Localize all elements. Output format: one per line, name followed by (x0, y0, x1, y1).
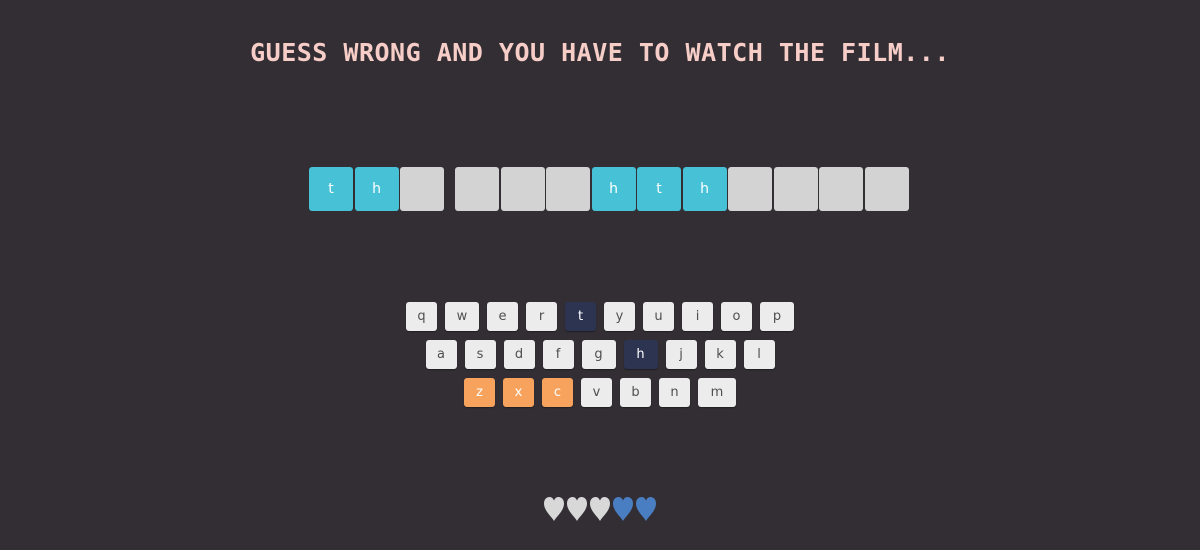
heart-icon (544, 497, 564, 521)
key-t[interactable]: t (565, 302, 596, 331)
key-o[interactable]: o (721, 302, 752, 331)
hidden-letter-tile (773, 167, 818, 211)
heart-icon (636, 497, 656, 521)
hidden-letter-tile (400, 167, 444, 211)
revealed-letter-tile: t (309, 167, 353, 211)
revealed-letter-tile: h (354, 167, 399, 211)
heart-icon (613, 497, 633, 521)
keyboard-row: qwertyuiop (0, 302, 1200, 331)
hidden-letter-tile (546, 167, 590, 211)
on-screen-keyboard: qwertyuiop asdfghjkl zxcvbnm (0, 302, 1200, 416)
key-d[interactable]: d (503, 340, 535, 369)
key-w[interactable]: w (445, 302, 479, 331)
hidden-letter-tile (455, 167, 499, 211)
keyboard-row: zxcvbnm (0, 378, 1200, 407)
key-h[interactable]: h (623, 340, 658, 369)
keyboard-row: asdfghjkl (0, 340, 1200, 369)
key-c[interactable]: c (542, 378, 573, 407)
key-v[interactable]: v (581, 378, 612, 407)
key-p[interactable]: p (760, 302, 794, 331)
key-g[interactable]: g (581, 340, 616, 369)
hidden-letter-tile (500, 167, 545, 211)
puzzle-word: th (309, 167, 444, 211)
revealed-letter-tile: t (637, 167, 681, 211)
key-k[interactable]: k (704, 340, 736, 369)
puzzle-word: hth (455, 167, 909, 211)
key-j[interactable]: j (665, 340, 697, 369)
key-u[interactable]: u (643, 302, 674, 331)
hidden-letter-tile (864, 167, 909, 211)
hidden-letter-tile (819, 167, 863, 211)
key-a[interactable]: a (425, 340, 457, 369)
key-n[interactable]: n (659, 378, 690, 407)
revealed-letter-tile: h (591, 167, 636, 211)
key-q[interactable]: q (406, 302, 437, 331)
heart-icon (590, 497, 610, 521)
hidden-letter-tile (728, 167, 772, 211)
revealed-letter-tile: h (682, 167, 727, 211)
key-y[interactable]: y (604, 302, 635, 331)
lives-indicator (0, 496, 1200, 522)
key-e[interactable]: e (487, 302, 518, 331)
key-z[interactable]: z (464, 378, 495, 407)
key-l[interactable]: l (743, 340, 775, 369)
key-x[interactable]: x (503, 378, 534, 407)
key-f[interactable]: f (542, 340, 574, 369)
key-i[interactable]: i (682, 302, 713, 331)
key-b[interactable]: b (620, 378, 651, 407)
heart-icon (567, 497, 587, 521)
key-s[interactable]: s (464, 340, 496, 369)
puzzle-board: thhth (309, 167, 909, 211)
key-m[interactable]: m (698, 378, 736, 407)
page-title: GUESS WRONG AND YOU HAVE TO WATCH THE FI… (250, 38, 950, 67)
key-r[interactable]: r (526, 302, 557, 331)
